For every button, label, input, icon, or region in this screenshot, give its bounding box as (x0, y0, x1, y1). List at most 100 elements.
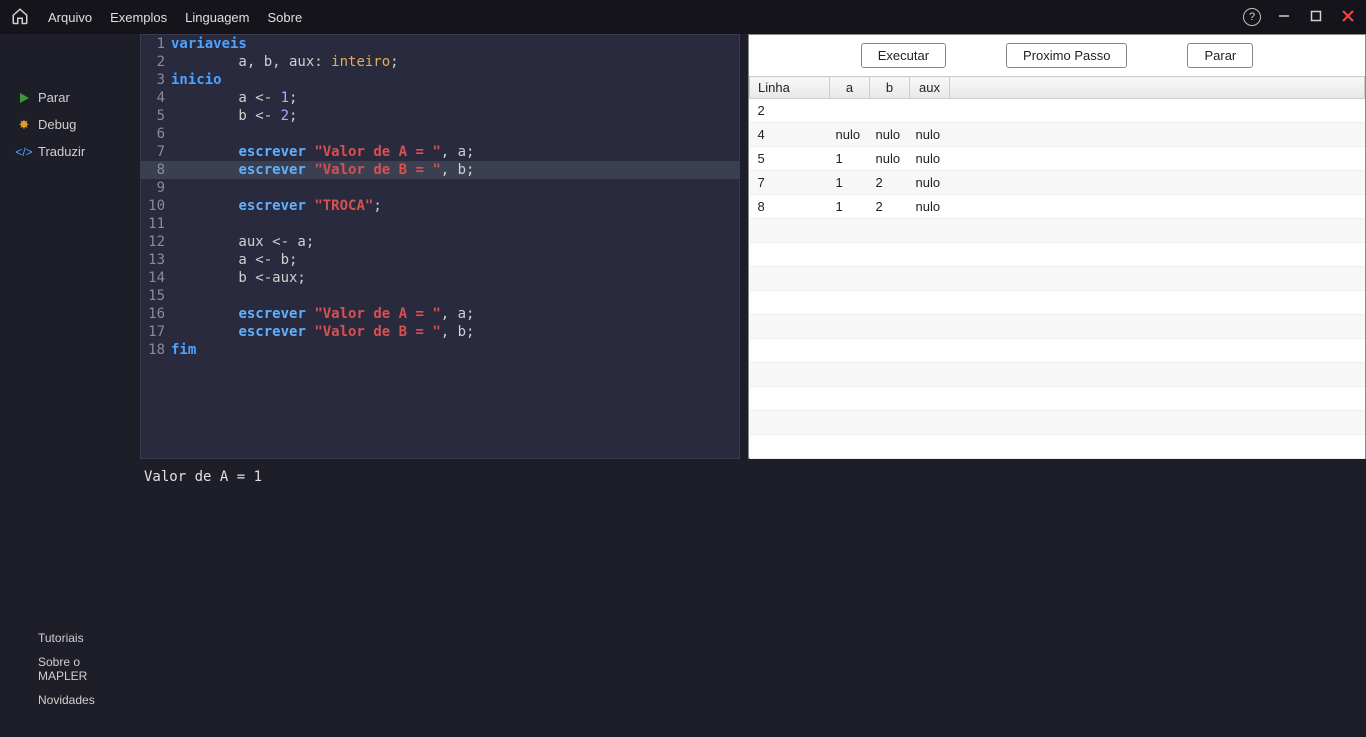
table-cell (950, 315, 1365, 339)
code-editor[interactable]: 1variaveis2 a, b, aux: inteiro;3inicio4 … (140, 34, 740, 459)
table-cell (870, 243, 910, 267)
table-cell (950, 219, 1365, 243)
sidebar-item-debug[interactable]: ✸ Debug (0, 111, 140, 138)
proximo-passo-button[interactable]: Proximo Passo (1006, 43, 1127, 68)
table-row[interactable]: 712nulo (750, 171, 1365, 195)
table-cell (910, 291, 950, 315)
col-header-b[interactable]: b (870, 77, 910, 99)
col-header-linha[interactable]: Linha (750, 77, 830, 99)
table-cell: 7 (750, 171, 830, 195)
line-content: variaveis (171, 35, 739, 53)
line-number: 12 (141, 233, 171, 251)
code-line[interactable]: 2 a, b, aux: inteiro; (141, 53, 739, 71)
table-cell: 2 (870, 171, 910, 195)
code-line[interactable]: 12 aux <- a; (141, 233, 739, 251)
code-line[interactable]: 16 escrever "Valor de A = ", a; (141, 305, 739, 323)
table-row[interactable]: 2 (750, 99, 1365, 123)
code-line[interactable]: 14 b <-aux; (141, 269, 739, 287)
main-menu: Arquivo Exemplos Linguagem Sobre (48, 10, 302, 25)
code-line[interactable]: 7 escrever "Valor de A = ", a; (141, 143, 739, 161)
table-cell (830, 267, 870, 291)
maximize-button[interactable] (1302, 3, 1330, 31)
menu-exemplos[interactable]: Exemplos (110, 10, 167, 25)
table-cell: nulo (910, 171, 950, 195)
col-header-aux[interactable]: aux (910, 77, 950, 99)
line-content (171, 215, 739, 233)
table-cell (830, 315, 870, 339)
minimize-button[interactable] (1270, 3, 1298, 31)
table-cell (830, 219, 870, 243)
sidebar-item-parar[interactable]: Parar (0, 84, 140, 111)
line-number: 13 (141, 251, 171, 269)
table-row (750, 219, 1365, 243)
close-button[interactable] (1334, 3, 1362, 31)
help-button[interactable]: ? (1238, 3, 1266, 31)
menu-linguagem[interactable]: Linguagem (185, 10, 249, 25)
table-row[interactable]: 51nulonulo (750, 147, 1365, 171)
line-number: 4 (141, 89, 171, 107)
table-cell (910, 339, 950, 363)
table-cell (750, 387, 830, 411)
line-number: 11 (141, 215, 171, 233)
table-cell: nulo (910, 123, 950, 147)
code-line[interactable]: 10 escrever "TROCA"; (141, 197, 739, 215)
code-line[interactable]: 11 (141, 215, 739, 233)
table-cell (950, 99, 1365, 123)
table-cell (950, 291, 1365, 315)
line-content: inicio (171, 71, 739, 89)
menu-arquivo[interactable]: Arquivo (48, 10, 92, 25)
parar-button[interactable]: Parar (1187, 43, 1253, 68)
table-cell (870, 219, 910, 243)
line-number: 15 (141, 287, 171, 305)
code-line[interactable]: 1variaveis (141, 35, 739, 53)
table-cell (950, 411, 1365, 435)
code-line[interactable]: 3inicio (141, 71, 739, 89)
table-cell (870, 267, 910, 291)
table-cell (950, 363, 1365, 387)
code-line[interactable]: 4 a <- 1; (141, 89, 739, 107)
window-controls: ? (1238, 3, 1362, 31)
variables-table: Linha a b aux 24nulonulonulo51nulonulo71… (749, 76, 1365, 459)
table-cell (950, 435, 1365, 459)
line-number: 17 (141, 323, 171, 341)
line-content: a <- b; (171, 251, 739, 269)
workspace: 1variaveis2 a, b, aux: inteiro;3inicio4 … (140, 34, 1366, 737)
table-cell: nulo (870, 147, 910, 171)
output-console[interactable]: Valor de A = 1 (140, 459, 1366, 737)
code-line[interactable]: 15 (141, 287, 739, 305)
code-line[interactable]: 6 (141, 125, 739, 143)
code-line[interactable]: 17 escrever "Valor de B = ", b; (141, 323, 739, 341)
table-cell: 1 (830, 147, 870, 171)
line-number: 2 (141, 53, 171, 71)
table-cell (870, 99, 910, 123)
table-row[interactable]: 4nulonulonulo (750, 123, 1365, 147)
table-row[interactable]: 812nulo (750, 195, 1365, 219)
code-line[interactable]: 18fim (141, 341, 739, 359)
code-line[interactable]: 9 (141, 179, 739, 197)
menu-sobre[interactable]: Sobre (267, 10, 302, 25)
code-line[interactable]: 5 b <- 2; (141, 107, 739, 125)
line-content: aux <- a; (171, 233, 739, 251)
link-tutoriais[interactable]: Tutoriais (38, 631, 130, 645)
executar-button[interactable]: Executar (861, 43, 946, 68)
link-novidades[interactable]: Novidades (38, 693, 130, 707)
line-content: fim (171, 341, 739, 359)
link-sobre-mapler[interactable]: Sobre o MAPLER (38, 655, 130, 683)
code-line[interactable]: 13 a <- b; (141, 251, 739, 269)
table-cell (870, 435, 910, 459)
table-cell (950, 171, 1365, 195)
code-line[interactable]: 8 escrever "Valor de B = ", b; (141, 161, 739, 179)
sidebar-label: Debug (38, 117, 76, 132)
line-number: 3 (141, 71, 171, 89)
table-cell: 4 (750, 123, 830, 147)
table-row (750, 315, 1365, 339)
home-button[interactable] (4, 0, 36, 34)
table-cell (830, 291, 870, 315)
table-cell (910, 219, 950, 243)
table-cell (910, 315, 950, 339)
table-cell (910, 243, 950, 267)
home-icon (11, 7, 29, 28)
sidebar-item-traduzir[interactable]: </> Traduzir (0, 138, 140, 165)
line-content (171, 179, 739, 197)
col-header-a[interactable]: a (830, 77, 870, 99)
